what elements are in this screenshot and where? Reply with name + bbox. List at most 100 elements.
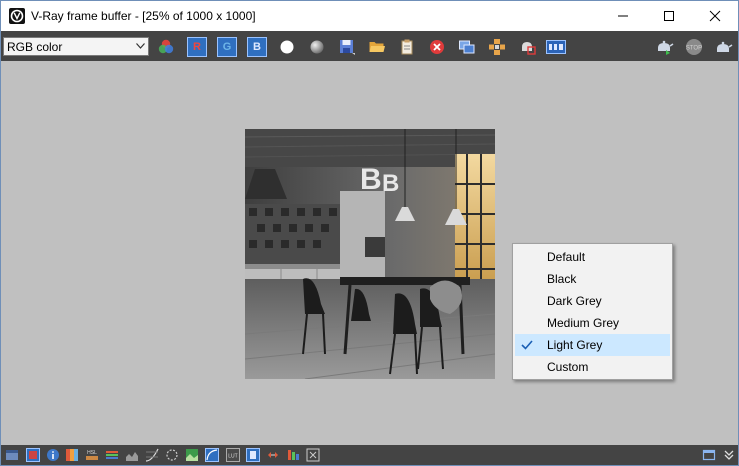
toolbar: RGB color R G B STOP (1, 31, 738, 61)
info-icon (47, 449, 59, 461)
minimize-button[interactable] (600, 1, 646, 31)
duplicate-icon (459, 40, 475, 54)
menu-item-dark-grey[interactable]: Dark Grey (515, 290, 670, 312)
render-region-button[interactable] (517, 37, 537, 57)
svg-text:HSL: HSL (87, 450, 97, 456)
stop-render-button[interactable]: STOP (684, 37, 704, 57)
chevron-down-icon (136, 43, 145, 49)
color-correction-button[interactable] (156, 37, 176, 57)
vfb-window: V-Ray frame buffer - [25% of 1000 x 1000… (0, 0, 739, 466)
levels-icon (106, 451, 118, 459)
clear-image-button[interactable] (427, 37, 447, 57)
ocio-icon: LUT (226, 448, 240, 462)
maximize-button[interactable] (646, 1, 692, 31)
menu-item-default[interactable]: Default (515, 246, 670, 268)
menu-item-label: Black (547, 272, 577, 286)
clipboard-icon (401, 39, 413, 55)
background-context-menu: Default Black Dark Grey Medium Grey Ligh… (512, 243, 673, 380)
white-circle-icon (280, 40, 294, 54)
open-folder-icon (369, 42, 385, 52)
color-adjust-icon (26, 448, 40, 462)
svg-text:LUT: LUT (228, 454, 237, 460)
svg-text:B: B (382, 170, 399, 197)
gradient-icon (205, 448, 219, 462)
save-icon (340, 40, 355, 55)
vertical-split-icon (702, 449, 716, 461)
load-image-button[interactable] (367, 37, 387, 57)
vray-logo-icon (9, 8, 25, 24)
compare-button[interactable] (286, 448, 300, 462)
window-title: V-Ray frame buffer - [25% of 1000 x 1000… (31, 9, 256, 23)
checkmark-icon (521, 340, 533, 350)
clear-image-icon (430, 40, 444, 54)
levels-button[interactable] (105, 448, 119, 462)
icc-icon (268, 452, 278, 458)
rendered-image[interactable]: B B (245, 129, 495, 379)
background-icon (186, 449, 198, 461)
render-interactive-button[interactable] (714, 37, 734, 57)
kitchen-render-picture: B B (245, 129, 495, 379)
show-history-icon (6, 450, 18, 460)
exposure-button[interactable] (165, 448, 179, 462)
title-bar: V-Ray frame buffer - [25% of 1000 x 1000… (1, 1, 738, 31)
color-adjust-button[interactable] (26, 448, 40, 462)
info-button[interactable] (46, 448, 60, 462)
exposure-icon (166, 449, 178, 461)
menu-item-black[interactable]: Black (515, 268, 670, 290)
pixel-info-button[interactable] (306, 448, 320, 462)
lut-file-icon (246, 448, 260, 462)
monochrome-button[interactable] (307, 37, 327, 57)
lens-effects-icon (546, 40, 566, 54)
close-icon (709, 10, 721, 22)
menu-item-medium-grey[interactable]: Medium Grey (515, 312, 670, 334)
histogram-button[interactable] (125, 448, 139, 462)
close-button[interactable] (692, 1, 738, 31)
render-interactive-icon (717, 41, 733, 52)
menu-item-label: Light Grey (547, 338, 603, 352)
vertical-split-button[interactable] (702, 448, 716, 462)
lut-icon (66, 449, 78, 461)
icc-button[interactable] (266, 448, 280, 462)
lut-file-button[interactable] (246, 448, 260, 462)
render-last-button[interactable] (654, 37, 674, 57)
gradient-button[interactable] (205, 448, 219, 462)
ocio-button[interactable]: LUT (226, 448, 240, 462)
grey-sphere-icon (310, 40, 324, 54)
copy-clipboard-button[interactable] (397, 37, 417, 57)
blue-channel-icon: B (253, 41, 261, 53)
menu-item-light-grey[interactable]: Light Grey (515, 334, 670, 356)
menu-item-label: Medium Grey (547, 316, 620, 330)
render-region-icon (522, 42, 536, 55)
svg-text:B: B (360, 163, 382, 196)
hsl-button[interactable]: HSL (85, 448, 99, 462)
pixel-info-icon (306, 448, 320, 462)
show-history-button[interactable] (5, 448, 19, 462)
save-image-button[interactable] (337, 37, 357, 57)
curve-button[interactable] (145, 448, 159, 462)
channel-select[interactable]: RGB color (3, 37, 149, 56)
hsl-icon: HSL (86, 450, 98, 460)
blue-channel-button[interactable]: B (247, 37, 267, 57)
status-bar: HSL LUT (1, 445, 738, 465)
red-channel-icon: R (193, 41, 201, 53)
track-mouse-icon (489, 39, 505, 55)
menu-item-label: Default (547, 250, 586, 264)
alpha-channel-button[interactable] (277, 37, 297, 57)
stop-icon: STOP (686, 39, 702, 55)
channel-select-value: RGB color (7, 40, 63, 54)
menu-item-label: Dark Grey (547, 294, 602, 308)
color-correction-icon (158, 39, 174, 54)
red-channel-button[interactable]: R (187, 37, 207, 57)
duplicate-button[interactable] (457, 37, 477, 57)
menu-item-custom[interactable]: Custom (515, 356, 670, 378)
expand-panel-button[interactable] (722, 448, 736, 462)
track-mouse-button[interactable] (487, 37, 507, 57)
curve-icon (145, 448, 159, 462)
double-chevron-down-icon (724, 450, 734, 460)
compare-icon (288, 450, 299, 460)
lens-effects-button[interactable] (546, 37, 566, 57)
lut-button[interactable] (65, 448, 79, 462)
background-button[interactable] (185, 448, 199, 462)
green-channel-button[interactable]: G (217, 37, 237, 57)
render-teapot-icon (658, 40, 674, 55)
